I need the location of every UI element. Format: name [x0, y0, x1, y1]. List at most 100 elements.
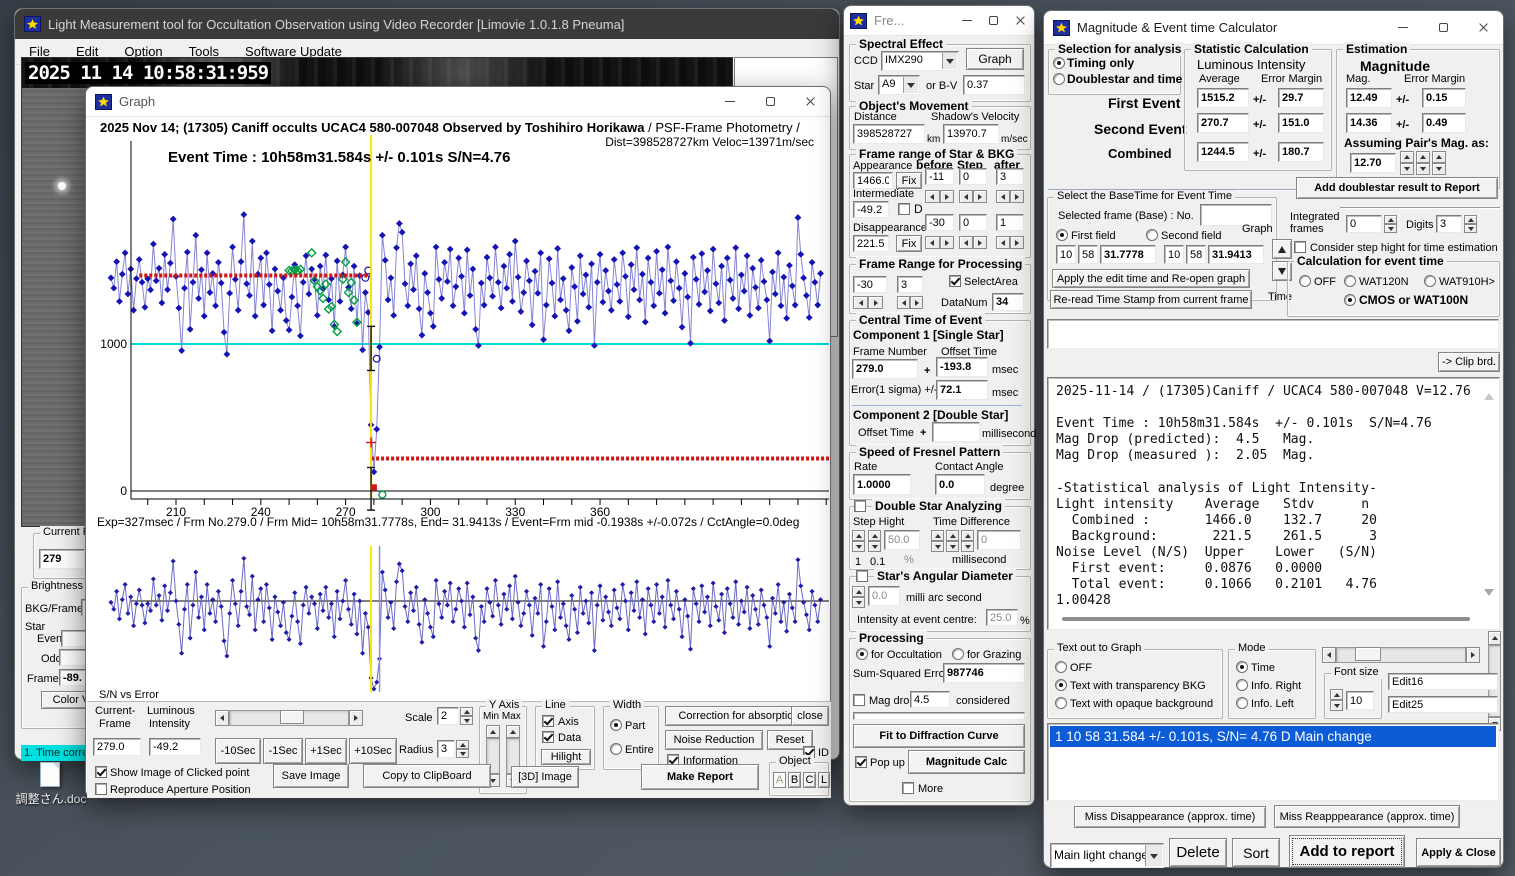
disappearance-before-spinner[interactable]: [925, 236, 954, 249]
rate-field[interactable]: [853, 474, 911, 495]
event-list-item-selected[interactable]: 1 10 58 31.584 +/- 0.101s, S/N= 4.76 D M…: [1050, 726, 1496, 747]
triangle-down-icon[interactable]: [1330, 700, 1343, 711]
triangle-left-icon[interactable]: [959, 190, 973, 203]
triangle-left-icon[interactable]: [1322, 647, 1336, 663]
appearance-field[interactable]: [853, 172, 893, 189]
add-to-report-button[interactable]: Add to report: [1289, 835, 1405, 868]
sse-field[interactable]: [943, 663, 1025, 683]
textout-transparency-radio[interactable]: [1055, 679, 1067, 691]
apply-close-button[interactable]: Apply & Close: [1416, 838, 1501, 867]
time1-hour-field[interactable]: [1056, 245, 1076, 264]
time1-min-field[interactable]: [1078, 245, 1098, 264]
data-checkbox[interactable]: [542, 731, 554, 743]
first-mag-field[interactable]: [1346, 88, 1392, 108]
minimize-button[interactable]: [954, 6, 980, 35]
offset-time2-field[interactable]: [932, 422, 980, 442]
mag-drop-field[interactable]: [910, 691, 950, 708]
wat120n-radio[interactable]: [1344, 275, 1356, 287]
3d-image-button[interactable]: [3D] Image: [511, 766, 579, 788]
triangle-left-icon[interactable]: [925, 190, 940, 203]
integrated-spinner[interactable]: [1384, 215, 1397, 233]
double-star-checkbox[interactable]: [854, 500, 866, 512]
range-start-field[interactable]: [853, 276, 887, 293]
time-spinner-1[interactable]: [931, 530, 944, 552]
close-button[interactable]: [1463, 11, 1503, 44]
step-spinner-1[interactable]: [852, 530, 865, 552]
fontsize-field[interactable]: [1346, 691, 1374, 710]
summary-field[interactable]: [1047, 319, 1499, 349]
step-spinner-01[interactable]: [868, 530, 881, 552]
triangle-down-icon[interactable]: [852, 541, 865, 552]
close-button[interactable]: [790, 87, 830, 116]
triangle-down-icon[interactable]: [946, 541, 959, 552]
fix-disappearance-button[interactable]: Fix: [896, 235, 922, 252]
angular-field[interactable]: [868, 586, 900, 606]
triangle-down-icon[interactable]: [460, 716, 473, 725]
triangle-down-icon[interactable]: [1432, 163, 1446, 175]
disappearance-after-field[interactable]: [996, 214, 1024, 231]
ccd-dropdown[interactable]: IMX290: [881, 51, 959, 71]
first-mag-err-field[interactable]: [1422, 88, 1466, 108]
triangle-down-icon[interactable]: [931, 541, 944, 552]
triangle-left-icon[interactable]: [215, 710, 229, 726]
for-grazing-radio[interactable]: [952, 648, 964, 660]
edit25-field[interactable]: [1388, 696, 1498, 713]
scroll-down-icon[interactable]: [1484, 589, 1494, 601]
maximize-button[interactable]: [750, 87, 790, 116]
disappearance-before-field[interactable]: [925, 214, 954, 231]
object-l-button[interactable]: L: [818, 772, 830, 788]
digits-field[interactable]: [1436, 215, 1462, 233]
triangle-left-icon[interactable]: [897, 296, 910, 309]
part-radio[interactable]: [610, 719, 622, 731]
combined-err-field[interactable]: [1278, 142, 1324, 162]
document-icon[interactable]: [40, 762, 60, 787]
minimize-button[interactable]: [710, 87, 750, 116]
fresnel-titlebar[interactable]: Fre...: [844, 6, 1034, 36]
assumed-mag-field[interactable]: [1350, 153, 1396, 173]
triangle-right-icon[interactable]: [868, 296, 883, 309]
triangle-up-icon[interactable]: [456, 740, 469, 749]
appearance-after-spinner[interactable]: [996, 190, 1024, 203]
triangle-left-icon[interactable]: [996, 190, 1010, 203]
triangle-left-icon[interactable]: [853, 296, 868, 309]
triangle-down-icon[interactable]: [456, 749, 469, 758]
step-hight-field[interactable]: [884, 530, 920, 550]
entire-radio[interactable]: [610, 743, 622, 755]
angular-spinner[interactable]: [852, 586, 865, 608]
triangle-down-icon[interactable]: [868, 541, 881, 552]
maximize-button[interactable]: [1423, 11, 1463, 44]
show-image-checkbox[interactable]: [95, 766, 107, 778]
radius-spinner[interactable]: [456, 740, 469, 758]
hscrollbar-thumb[interactable]: [1354, 647, 1381, 661]
time-spinner-2[interactable]: [946, 530, 959, 552]
range-end-spinner[interactable]: [897, 296, 923, 309]
add-doublestar-button[interactable]: Add doublestar result to Report: [1296, 177, 1498, 199]
triangle-down-icon[interactable]: [852, 597, 865, 608]
off-radio[interactable]: [1299, 275, 1311, 287]
scroll-up-icon[interactable]: [1484, 388, 1494, 400]
triangle-right-icon[interactable]: [1466, 647, 1480, 663]
triangle-up-icon[interactable]: [1488, 631, 1501, 645]
assumed-spinner-2[interactable]: [1416, 151, 1430, 175]
first-field-radio[interactable]: [1056, 229, 1068, 241]
triangle-up-icon[interactable]: [868, 530, 881, 541]
triangle-up-icon[interactable]: [506, 725, 520, 738]
fit-diffraction-button[interactable]: Fit to Diffraction Curve: [853, 724, 1025, 748]
appearance-step-spinner[interactable]: [959, 190, 987, 203]
plus10sec-button[interactable]: +10Sec: [349, 738, 397, 764]
timing-only-radio[interactable]: [1053, 57, 1065, 69]
velocity-field[interactable]: [943, 124, 999, 144]
error-sigma-field[interactable]: [936, 380, 988, 400]
chevron-down-icon[interactable]: [942, 53, 957, 69]
minus10sec-button[interactable]: -10Sec: [215, 738, 261, 764]
contact-angle-field[interactable]: [935, 474, 985, 495]
disappearance-after-spinner[interactable]: [996, 236, 1024, 249]
frame-scrollbar[interactable]: [215, 710, 363, 726]
report-area[interactable]: 2025-11-14 / (17305)Caniff / UCAC4 580-0…: [1047, 377, 1500, 630]
triangle-right-icon[interactable]: [973, 236, 987, 249]
appearance-step-field[interactable]: [959, 168, 987, 185]
triangle-down-icon[interactable]: [1384, 224, 1397, 233]
panel-current-frame-field[interactable]: [93, 738, 141, 756]
triangle-up-icon[interactable]: [961, 530, 974, 541]
time-difference-field[interactable]: [977, 530, 1021, 550]
